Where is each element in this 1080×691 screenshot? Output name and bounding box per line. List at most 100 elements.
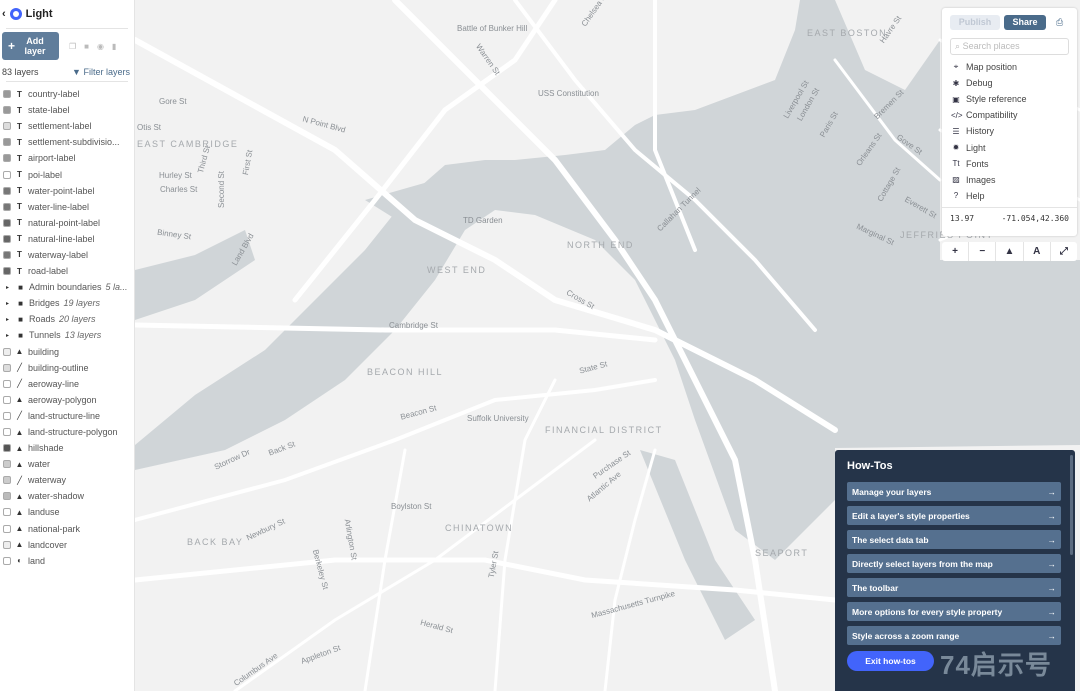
layer-item[interactable]: ▸ ■ Admin boundaries 5 la... — [0, 279, 134, 295]
layer-item[interactable]: ▲ national-park — [0, 521, 134, 537]
filter-layers-button[interactable]: ▼ Filter layers — [72, 67, 130, 77]
layer-item[interactable]: Tnatural-point-label — [0, 215, 134, 231]
style-title[interactable]: Light — [26, 8, 53, 20]
map-district-label: SEAPORT — [755, 548, 809, 558]
how-to-item[interactable]: The select data tab → — [847, 530, 1061, 549]
layer-item[interactable]: ╱ waterway — [0, 472, 134, 488]
how-tos-title: How-Tos — [847, 460, 893, 472]
back-chevron-icon[interactable]: ‹ — [2, 8, 6, 20]
map-coordinates: -71.054,42.360 — [1001, 213, 1069, 223]
map-district-label: BEACON HILL — [367, 367, 444, 377]
menu-item-light[interactable]: ✹ Light — [951, 139, 1077, 155]
layer-item[interactable]: ▲ aeroway-polygon — [0, 392, 134, 408]
map-district-label: EAST CAMBRIDGE — [137, 139, 239, 149]
layer-item[interactable]: Twaterway-label — [0, 247, 134, 263]
arrow-right-icon: → — [1047, 534, 1057, 545]
layer-item[interactable]: ▸ ■ Bridges 19 layers — [0, 295, 134, 311]
scrollbar[interactable] — [1070, 455, 1073, 555]
menu-item-images[interactable]: ▨ Images — [951, 172, 1077, 188]
fill-type-icon: ▲ — [15, 443, 24, 453]
group-folder-icon[interactable]: ■ — [84, 42, 89, 51]
layer-item[interactable]: ▲ landuse — [0, 504, 134, 520]
layer-item[interactable]: ╱ aeroway-line — [0, 376, 134, 392]
zoom-in-button[interactable]: + — [942, 242, 970, 261]
menu-item-style-reference[interactable]: ▣ Style reference — [951, 91, 1077, 107]
watermark: 74启示号 — [940, 650, 1052, 680]
map-district-label: WEST END — [427, 265, 487, 275]
layer-item[interactable]: ▲ land-structure-polygon — [0, 424, 134, 440]
expand-caret-icon[interactable]: ▸ — [3, 300, 12, 307]
layer-swatch — [3, 540, 11, 549]
layer-item[interactable]: Tsettlement-subdivisio... — [0, 134, 134, 150]
exit-how-tos-button[interactable]: Exit how-tos — [847, 651, 934, 671]
folder-icon: ■ — [18, 298, 23, 308]
layer-item[interactable]: Tsettlement-label — [0, 118, 134, 134]
how-to-item[interactable]: More options for every style property → — [847, 602, 1061, 621]
layer-item[interactable]: ▲ building — [0, 344, 134, 360]
bug-icon: ✱ — [952, 78, 960, 88]
menu-item-map-position[interactable]: ⌖ Map position — [951, 59, 1077, 75]
compass-north-icon[interactable]: A — [1024, 242, 1051, 261]
fullscreen-icon[interactable]: ⤢ — [1051, 242, 1077, 261]
menu-item-debug[interactable]: ✱ Debug — [951, 75, 1077, 91]
layer-item[interactable]: ▸ ■ Roads 20 layers — [0, 311, 134, 327]
layer-item[interactable]: ◐ land — [0, 553, 134, 569]
map-controls: + − ▲ A ⤢ — [942, 242, 1077, 261]
history-icon: ☰ — [952, 126, 960, 136]
menu-item-compatibility[interactable]: </> Compatibility — [951, 107, 1077, 123]
how-to-item[interactable]: The toolbar → — [847, 578, 1061, 597]
layer-item[interactable]: Twater-line-label — [0, 199, 134, 215]
how-to-item[interactable]: Edit a layer's style properties → — [847, 506, 1061, 525]
add-layer-button[interactable]: + Add layer — [2, 32, 59, 60]
lock-icon[interactable]: ▲ — [996, 242, 1024, 261]
layer-swatch — [3, 90, 11, 99]
menu-item-help[interactable]: ? Help — [951, 188, 1077, 204]
layer-item[interactable]: ╱ land-structure-line — [0, 408, 134, 424]
text-type-icon: T — [17, 89, 22, 99]
duplicate-icon[interactable]: ❐ — [69, 42, 76, 51]
menu-item-history[interactable]: ☰ History — [951, 123, 1077, 139]
publish-button[interactable]: Publish — [950, 15, 1000, 30]
map-label: Charles St — [160, 185, 198, 194]
menu-item-fonts[interactable]: Tt Fonts — [951, 156, 1077, 172]
map-label: Suffolk University — [467, 414, 529, 423]
layer-item[interactable]: Tstate-label — [0, 102, 134, 118]
layer-item[interactable]: ▲ water-shadow — [0, 488, 134, 504]
expand-caret-icon[interactable]: ▸ — [3, 332, 12, 339]
layer-item[interactable]: Tpoi-label — [0, 166, 134, 182]
layer-item[interactable]: ▲ water — [0, 456, 134, 472]
how-to-item[interactable]: Style across a zoom range → — [847, 626, 1061, 645]
expand-caret-icon[interactable]: ▸ — [3, 284, 12, 291]
text-type-icon: T — [17, 250, 22, 260]
map-label: Second St — [216, 171, 226, 208]
how-to-item[interactable]: Manage your layers → — [847, 482, 1061, 501]
layer-item[interactable]: Tnatural-line-label — [0, 231, 134, 247]
layer-item[interactable]: ╱ building-outline — [0, 360, 134, 376]
layer-item[interactable]: ▲ landcover — [0, 537, 134, 553]
layer-item[interactable]: ▸ ■ Tunnels 13 layers — [0, 327, 134, 343]
search-places-input[interactable]: ⌕ Search places — [950, 38, 1069, 55]
layer-item[interactable]: Tcountry-label — [0, 86, 134, 102]
filter-label: Filter layers — [83, 67, 130, 77]
zoom-out-button[interactable]: − — [969, 242, 997, 261]
print-icon[interactable]: ⎙ — [1056, 17, 1063, 28]
layer-swatch — [3, 460, 11, 469]
layer-item[interactable]: Troad-label — [0, 263, 134, 279]
arrow-right-icon: → — [1047, 606, 1057, 617]
fill-type-icon: ▲ — [15, 507, 24, 517]
visibility-eye-icon[interactable]: ◉ — [97, 42, 104, 51]
share-button[interactable]: Share — [1004, 15, 1046, 30]
layer-swatch — [3, 218, 11, 227]
layer-swatch — [3, 411, 11, 420]
map-district-label: CHINATOWN — [445, 523, 514, 533]
layer-swatch — [3, 154, 11, 163]
text-type-icon: T — [17, 218, 22, 228]
layer-item[interactable]: Tairport-label — [0, 150, 134, 166]
text-type-icon: T — [17, 170, 22, 180]
expand-caret-icon[interactable]: ▸ — [3, 316, 12, 323]
how-to-item[interactable]: Directly select layers from the map → — [847, 554, 1061, 573]
style-header: ‹ Light — [0, 0, 134, 28]
layer-item[interactable]: Twater-point-label — [0, 183, 134, 199]
layer-item[interactable]: ▲ hillshade — [0, 440, 134, 456]
delete-trash-icon[interactable]: ▮ — [112, 42, 116, 51]
